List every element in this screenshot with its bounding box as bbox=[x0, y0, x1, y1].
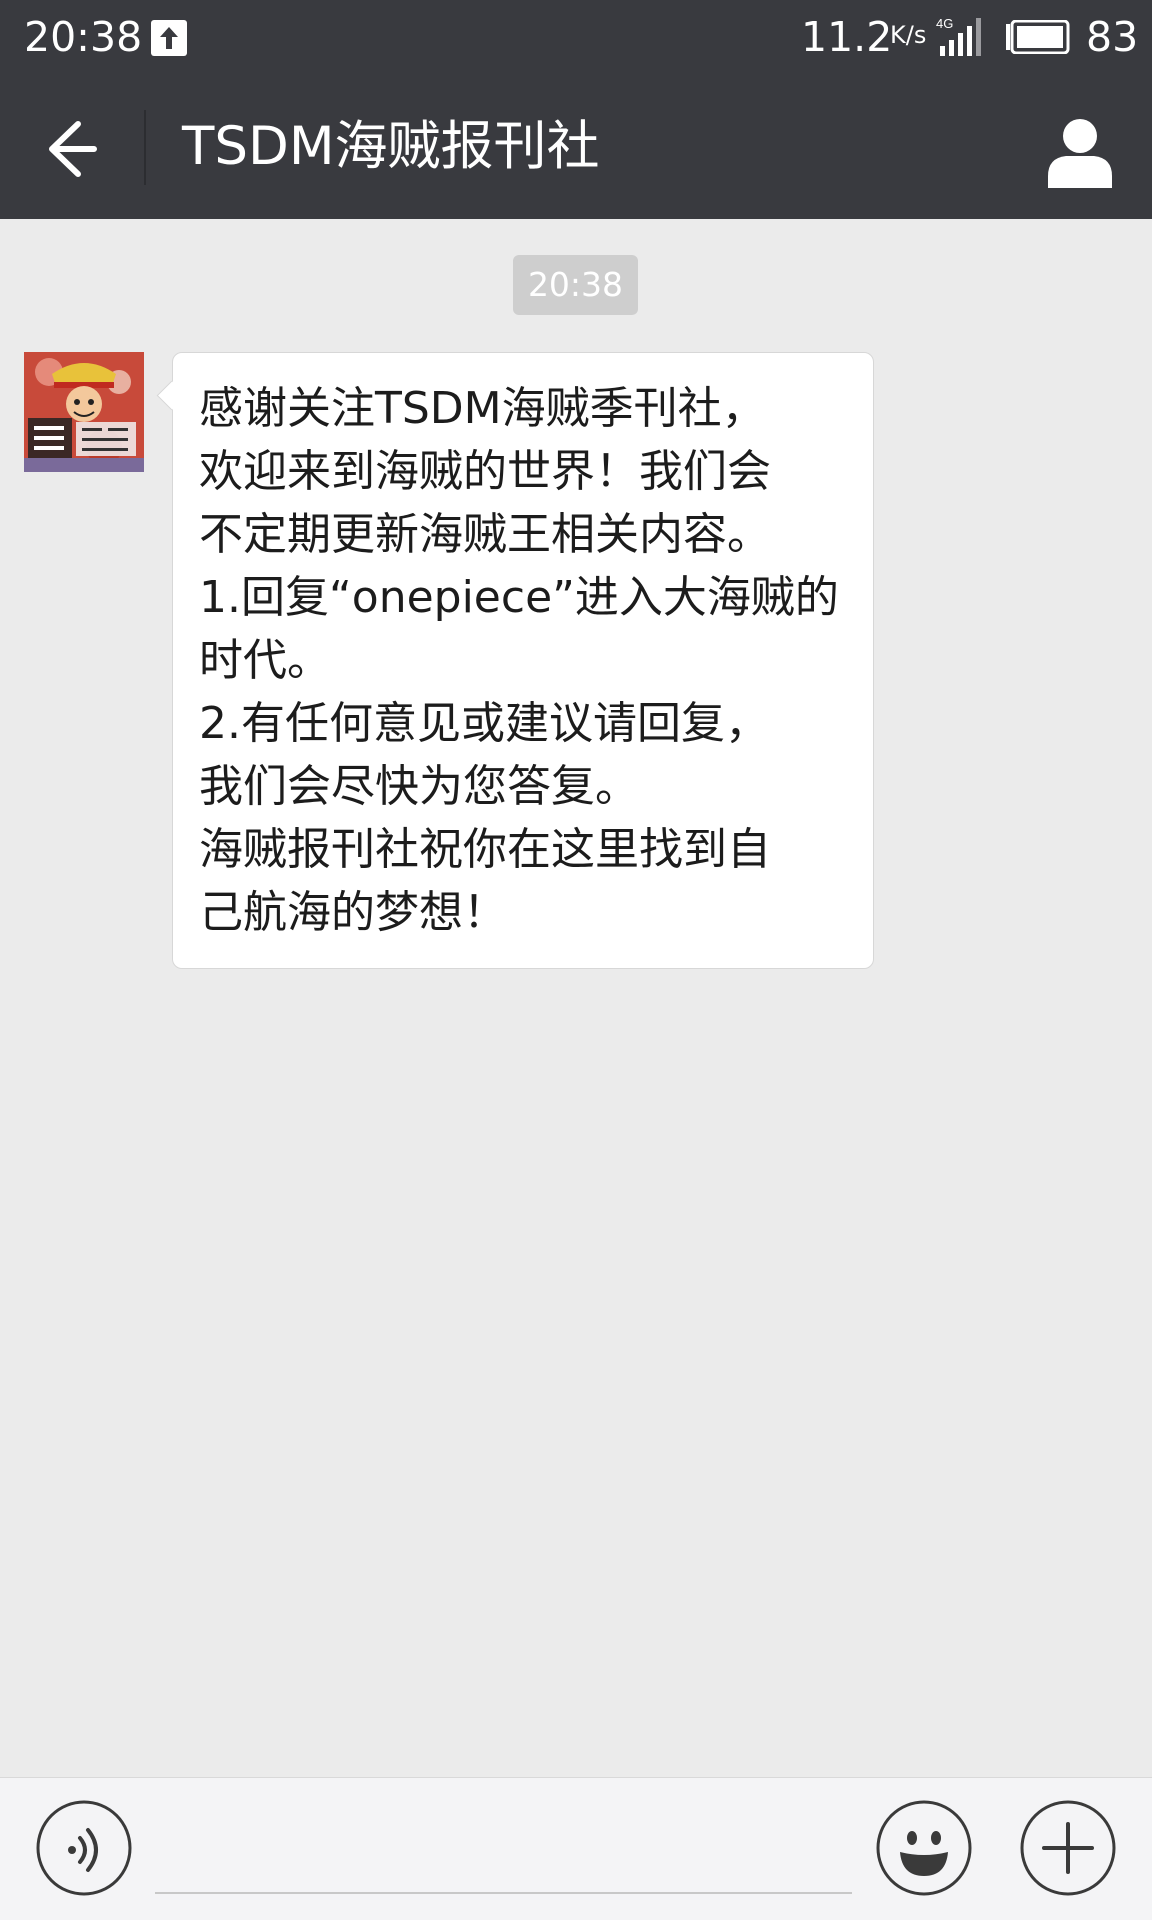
profile-button[interactable] bbox=[1040, 110, 1120, 190]
chat-header: TSDM海贼报刊社 bbox=[0, 74, 1152, 219]
back-button[interactable] bbox=[30, 114, 115, 184]
message-line: 感谢关注TSDM海贼季刊社， bbox=[199, 383, 766, 434]
emoji-icon bbox=[876, 1800, 972, 1896]
net-speed: 11.2 bbox=[801, 13, 893, 61]
voice-button[interactable] bbox=[36, 1800, 132, 1896]
battery-level: 83 bbox=[1086, 13, 1139, 61]
signal-bars-icon: 4G bbox=[936, 16, 986, 62]
message-line: 我们会尽快为您答复。 bbox=[199, 761, 639, 812]
bubble-tail bbox=[156, 380, 187, 411]
voice-icon bbox=[36, 1800, 132, 1896]
message-text: 感谢关注TSDM海贼季刊社， 欢迎来到海贼的世界！我们会 不定期更新海贼王相关内… bbox=[199, 377, 859, 944]
battery-icon bbox=[1004, 19, 1070, 55]
header-divider bbox=[144, 110, 146, 185]
message-line: 海贼报刊社祝你在这里找到自 bbox=[199, 824, 771, 875]
message-bubble[interactable]: 感谢关注TSDM海贼季刊社， 欢迎来到海贼的世界！我们会 不定期更新海贼王相关内… bbox=[156, 352, 874, 969]
upload-arrow-icon bbox=[151, 20, 187, 56]
status-bar: 20:38 11.2 K/s 4G 83 bbox=[0, 0, 1152, 74]
network-type: 4G bbox=[936, 16, 953, 31]
message-line: 1.回复“onepiece”进入大海贼的 bbox=[199, 572, 839, 623]
message-input[interactable] bbox=[155, 1800, 852, 1894]
message-timestamp: 20:38 bbox=[513, 255, 638, 315]
page-title: TSDM海贼报刊社 bbox=[182, 116, 600, 177]
plus-icon bbox=[1020, 1800, 1116, 1896]
message-line: 时代。 bbox=[199, 635, 331, 686]
speed-unit: K/s bbox=[890, 21, 927, 49]
message-line: 2.有任何意见或建议请回复， bbox=[199, 698, 769, 749]
message-line: 不定期更新海贼王相关内容。 bbox=[199, 509, 771, 560]
input-bar bbox=[0, 1777, 1152, 1920]
message-line: 己航海的梦想！ bbox=[199, 887, 507, 938]
avatar[interactable] bbox=[24, 352, 144, 472]
plus-button[interactable] bbox=[1020, 1800, 1116, 1896]
person-icon bbox=[1048, 119, 1112, 188]
avatar-image bbox=[24, 352, 144, 472]
status-time: 20:38 bbox=[24, 13, 143, 61]
back-arrow-icon bbox=[49, 121, 97, 177]
message-line: 欢迎来到海贼的世界！我们会 bbox=[199, 446, 771, 497]
emoji-button[interactable] bbox=[876, 1800, 972, 1896]
